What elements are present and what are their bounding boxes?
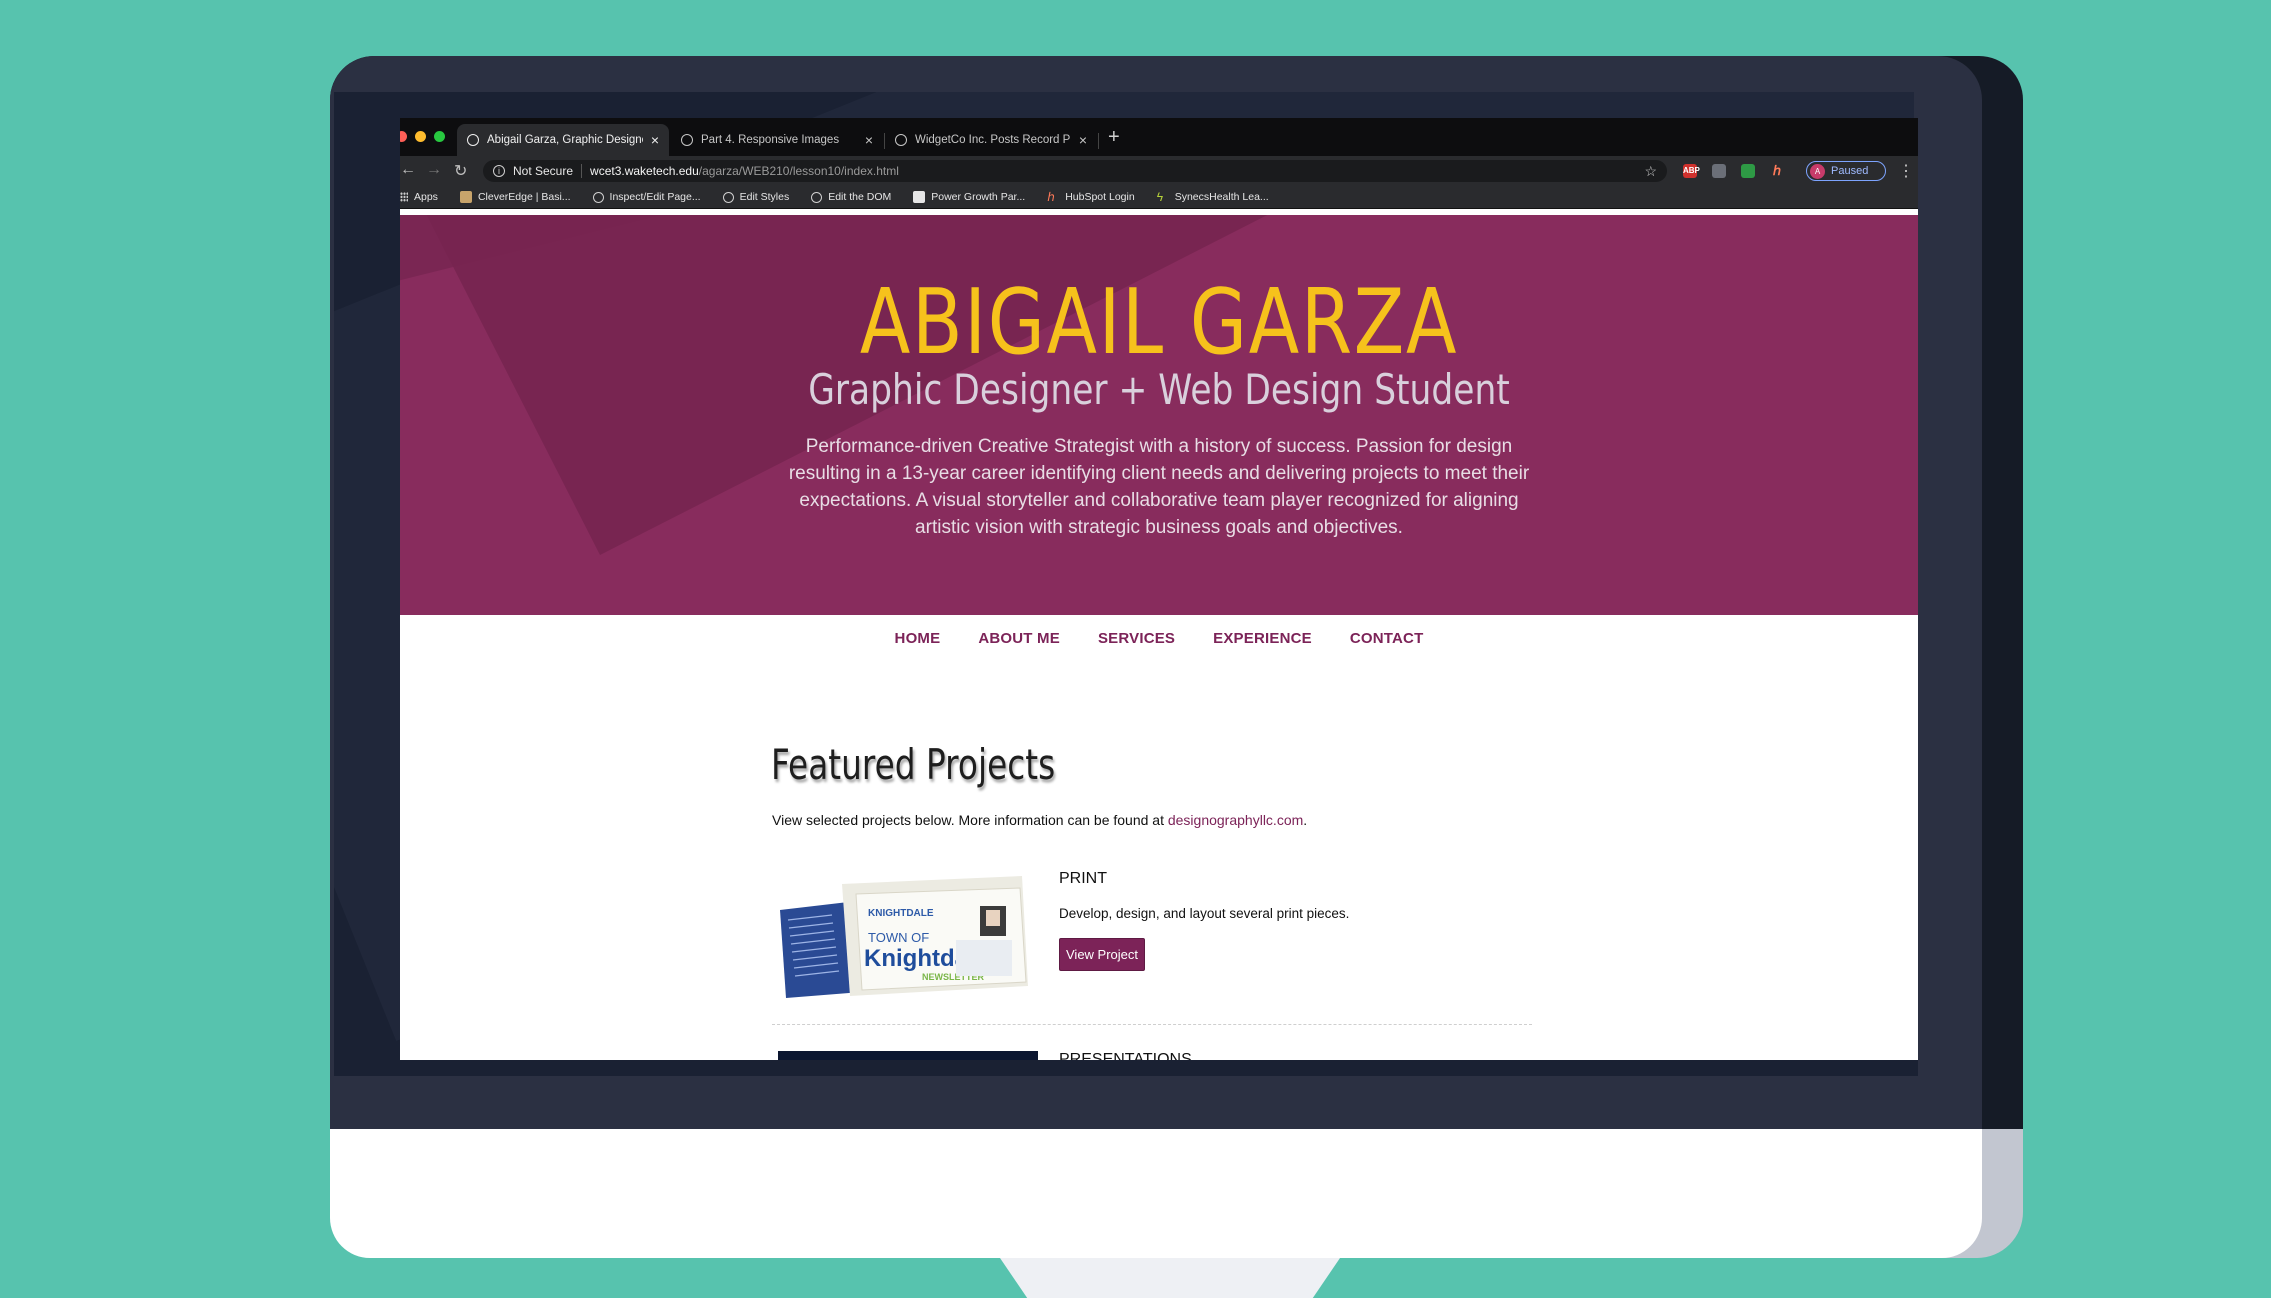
tab-label: Abigail Garza, Graphic Designer bbox=[487, 134, 643, 146]
forward-arrow-icon[interactable]: → bbox=[426, 161, 442, 179]
apps-grid-icon bbox=[400, 192, 408, 202]
nav-home[interactable]: HOME bbox=[895, 630, 941, 647]
hero-section: ABIGAIL GARZA Graphic Designer + Web Des… bbox=[400, 215, 1918, 615]
close-tab-icon[interactable]: × bbox=[865, 132, 873, 148]
adblock-extension-icon[interactable]: ABP bbox=[1683, 164, 1700, 178]
close-tab-icon[interactable]: × bbox=[651, 132, 659, 148]
monitor-stand bbox=[1000, 1258, 1340, 1298]
project-description: Develop, design, and layout several prin… bbox=[1059, 906, 1350, 921]
hero-description: Performance-driven Creative Strategist w… bbox=[788, 436, 1530, 538]
thumb-text: KNIGHTDALE bbox=[868, 908, 934, 919]
close-tab-icon[interactable]: × bbox=[1079, 132, 1087, 148]
bookmark-edit-styles[interactable]: Edit Styles bbox=[722, 191, 790, 203]
bookmark-synecshealth[interactable]: ϟ SynecsHealth Lea... bbox=[1157, 191, 1269, 203]
profile-status: Paused bbox=[1831, 165, 1869, 177]
maximize-window-dot[interactable] bbox=[434, 131, 445, 142]
project-title: PRESENTATIONS bbox=[1059, 1051, 1192, 1060]
bookmark-label: Edit Styles bbox=[739, 191, 790, 203]
designography-link[interactable]: designographyllc.com bbox=[1168, 812, 1303, 828]
browser-window: Abigail Garza, Graphic Designer × Part 4… bbox=[400, 118, 1918, 1060]
thumb-text: TOWN OF bbox=[868, 930, 929, 945]
cleveredge-icon bbox=[459, 191, 472, 203]
info-icon[interactable]: i bbox=[493, 165, 505, 177]
back-arrow-icon[interactable]: ← bbox=[400, 161, 416, 179]
bookmark-cleveredge[interactable]: CleverEdge | Basi... bbox=[459, 191, 571, 203]
bookmark-label: Inspect/Edit Page... bbox=[609, 191, 701, 203]
bookmark-power-growth[interactable]: Power Growth Par... bbox=[913, 191, 1025, 203]
hero-name: ABIGAIL GARZA bbox=[859, 270, 1459, 375]
presentations-project-thumbnail bbox=[778, 1051, 1038, 1060]
nav-about-me[interactable]: ABOUT ME bbox=[978, 630, 1060, 647]
intro-period: . bbox=[1303, 812, 1308, 828]
tab-responsive-images[interactable]: Part 4. Responsive Images × bbox=[671, 124, 883, 156]
bookmark-inspect-edit[interactable]: Inspect/Edit Page... bbox=[592, 191, 701, 203]
nav-services[interactable]: SERVICES bbox=[1098, 630, 1175, 647]
nav-experience[interactable]: EXPERIENCE bbox=[1213, 630, 1312, 647]
intro-text: View selected projects below. More infor… bbox=[772, 812, 1168, 828]
hubspot-extension-icon[interactable]: ℎ bbox=[1770, 164, 1784, 178]
tab-bar: Abigail Garza, Graphic Designer × Part 4… bbox=[400, 118, 1918, 156]
tab-abigail-garza[interactable]: Abigail Garza, Graphic Designer × bbox=[457, 124, 669, 156]
minimize-window-dot[interactable] bbox=[415, 131, 426, 142]
view-project-button[interactable]: View Project bbox=[1059, 938, 1146, 971]
tab-label: WidgetCo Inc. Posts Record Pr bbox=[915, 134, 1071, 146]
bookmark-label: SynecsHealth Lea... bbox=[1174, 191, 1269, 203]
extension-icon[interactable] bbox=[1741, 164, 1755, 178]
main-nav: HOME ABOUT ME SERVICES EXPERIENCE CONTAC… bbox=[400, 630, 1918, 647]
reload-icon[interactable]: ↻ bbox=[454, 161, 467, 181]
nav-contact[interactable]: CONTACT bbox=[1350, 630, 1424, 647]
hubspot-icon: ℎ bbox=[1047, 190, 1055, 204]
close-window-dot[interactable] bbox=[400, 131, 407, 142]
menu-kebab-icon[interactable]: ⋮ bbox=[1898, 161, 1914, 181]
featured-intro: View selected projects below. More infor… bbox=[772, 812, 1307, 828]
avatar: A bbox=[1810, 163, 1825, 179]
tab-label: Part 4. Responsive Images bbox=[701, 134, 840, 146]
bookmark-label: CleverEdge | Basi... bbox=[477, 191, 571, 203]
url-path: /agarza/WEB210/lesson10/index.html bbox=[698, 164, 899, 178]
bookmark-hubspot[interactable]: ℎ HubSpot Login bbox=[1047, 191, 1134, 203]
security-label: Not Secure bbox=[513, 164, 574, 178]
hero-tagline: Graphic Designer + Web Design Student bbox=[808, 365, 1510, 414]
globe-icon bbox=[811, 191, 823, 203]
bookmark-label: HubSpot Login bbox=[1065, 191, 1135, 203]
project-title: PRINT bbox=[1059, 870, 1107, 887]
print-project-thumbnail: KNIGHTDALE TOWN OF Knightdale NEWSLETTER bbox=[780, 876, 1028, 998]
globe-icon bbox=[895, 134, 907, 146]
globe-icon bbox=[722, 191, 734, 203]
bookmark-star-icon[interactable]: ☆ bbox=[1644, 163, 1657, 180]
new-tab-button[interactable]: + bbox=[1108, 126, 1120, 149]
bookmark-label: Power Growth Par... bbox=[931, 191, 1026, 203]
globe-icon bbox=[592, 191, 604, 203]
globe-icon bbox=[681, 134, 693, 146]
bookmark-label: Edit the DOM bbox=[828, 191, 892, 203]
tab-widgetco[interactable]: WidgetCo Inc. Posts Record Pr × bbox=[885, 124, 1097, 156]
extension-icon[interactable] bbox=[1712, 164, 1726, 178]
browser-toolbar: ← → ↻ i Not Secure wcet3.waketech.edu /a… bbox=[400, 156, 1918, 186]
synecs-icon: ϟ bbox=[1156, 190, 1164, 204]
url-host: wcet3.waketech.edu bbox=[590, 164, 699, 178]
address-bar[interactable]: i Not Secure wcet3.waketech.edu /agarza/… bbox=[483, 160, 1667, 182]
document-icon bbox=[913, 191, 926, 203]
profile-button[interactable]: A Paused bbox=[1806, 161, 1886, 181]
globe-icon bbox=[467, 134, 479, 146]
screen-bottom-edge bbox=[400, 1060, 1918, 1076]
bookmarks-bar: Apps CleverEdge | Basi... Inspect/Edit P… bbox=[400, 186, 1918, 209]
address-divider bbox=[581, 164, 583, 178]
bookmark-apps[interactable]: Apps bbox=[400, 191, 438, 203]
project-divider bbox=[772, 1024, 1532, 1025]
bookmark-edit-dom[interactable]: Edit the DOM bbox=[811, 191, 891, 203]
tab-separator bbox=[1098, 133, 1099, 149]
featured-projects-heading: Featured Projects bbox=[771, 740, 1056, 789]
bookmark-label: Apps bbox=[414, 191, 438, 203]
monitor-chin bbox=[330, 1120, 1982, 1258]
